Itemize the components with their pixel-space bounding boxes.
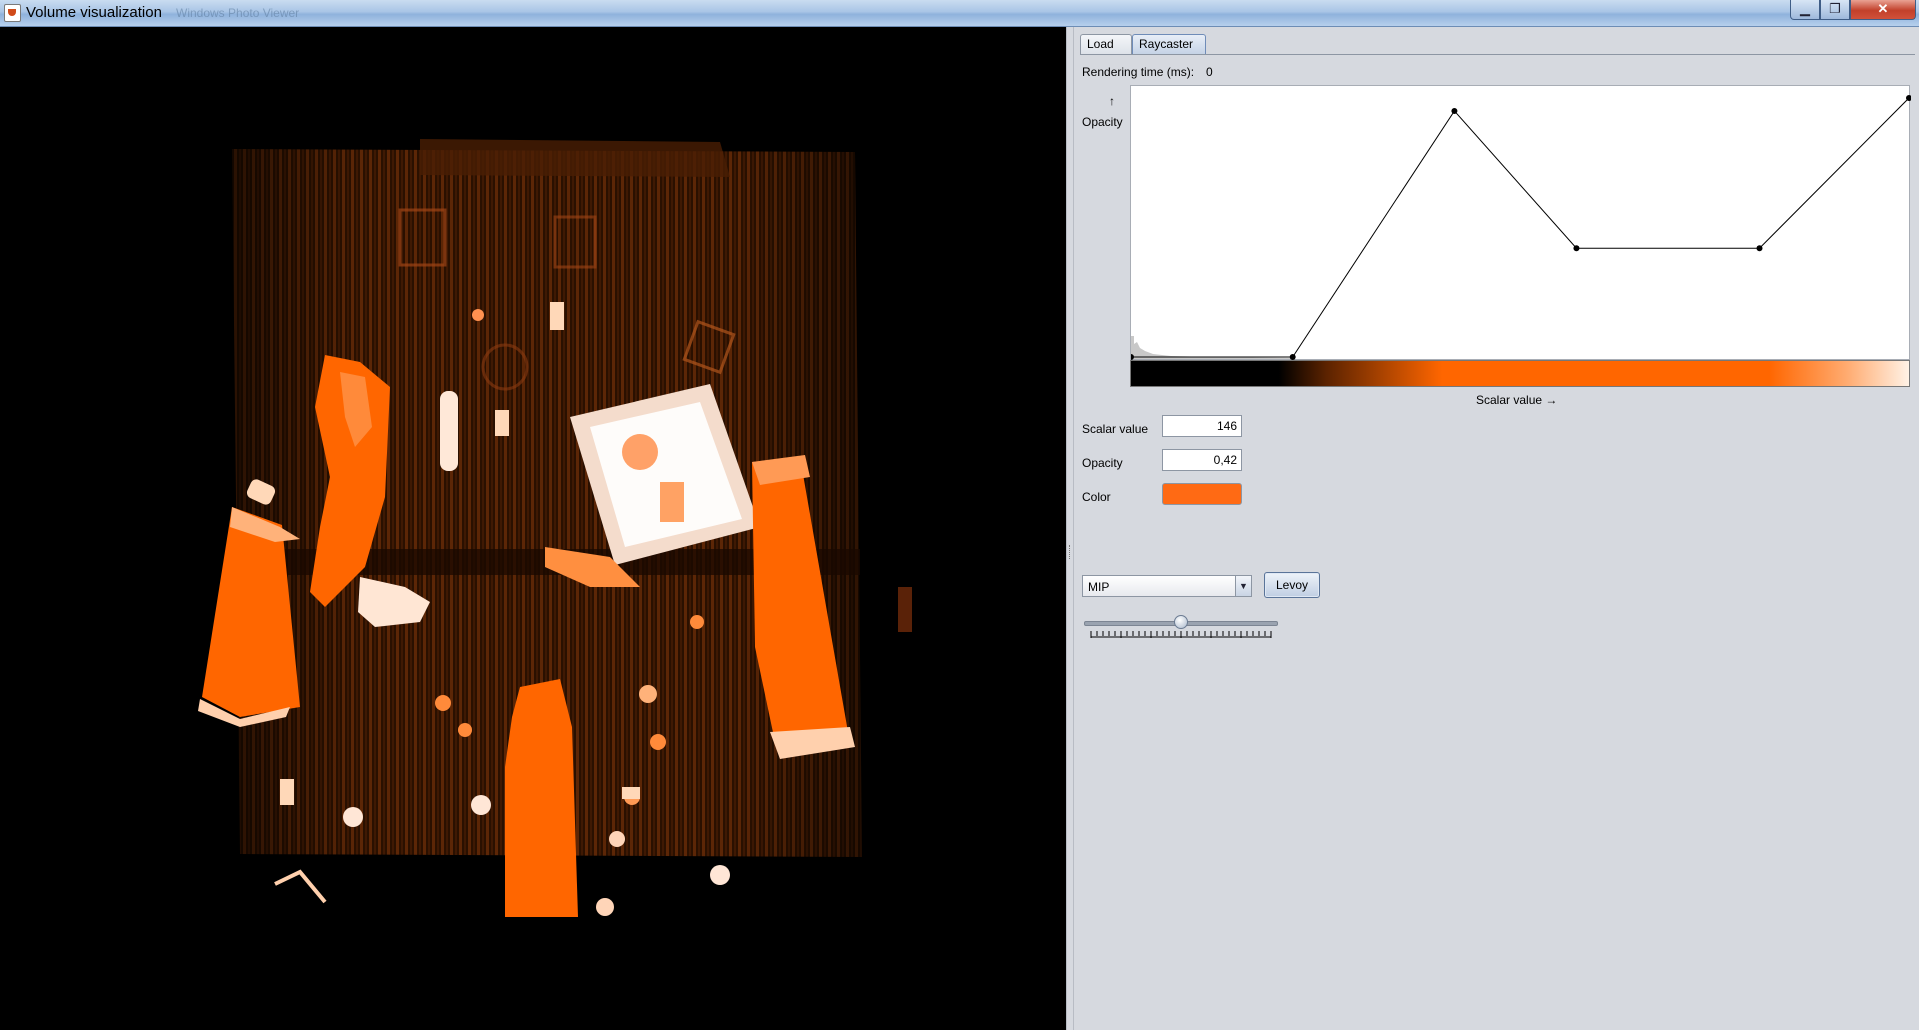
volume-render-image xyxy=(198,139,912,917)
java-cup-icon xyxy=(4,4,21,22)
control-panel: Load Raycaster Rendering time (ms): 0 ↑ … xyxy=(1074,27,1919,1030)
render-mode-selected: MIP xyxy=(1088,580,1110,594)
scalar-value-field[interactable]: 146 xyxy=(1162,415,1242,437)
minimize-button[interactable]: ▁ xyxy=(1790,0,1820,20)
transfer-function-colorbar xyxy=(1130,360,1910,387)
levoy-button[interactable]: Levoy xyxy=(1264,572,1320,598)
transfer-function-plot[interactable] xyxy=(1131,86,1911,361)
opacity-label: Opacity xyxy=(1082,456,1123,470)
divider-grip-icon xyxy=(1069,545,1072,559)
background-window-title: Windows Photo Viewer xyxy=(176,6,300,20)
close-button[interactable]: ✕ xyxy=(1850,0,1916,20)
opacity-field[interactable]: 0,42 xyxy=(1162,449,1242,471)
scalar-value-label: Scalar value xyxy=(1082,422,1149,436)
rendering-time-value: 0 xyxy=(1206,65,1213,79)
transfer-function-curve xyxy=(1131,97,1910,358)
triangle-down-icon[interactable]: ▼ xyxy=(1235,576,1251,596)
color-picker-button[interactable] xyxy=(1162,483,1242,505)
volume-render-viewport[interactable] xyxy=(0,27,1066,1030)
control-point[interactable] xyxy=(1451,107,1458,114)
tab-load[interactable]: Load xyxy=(1080,34,1132,54)
window-titlebar[interactable]: Volume visualization Windows Photo Viewe… xyxy=(0,0,1919,27)
render-slider[interactable] xyxy=(1082,611,1278,641)
scalar-axis-label: Scalar value → xyxy=(1476,393,1558,407)
opacity-axis-label: Opacity xyxy=(1082,115,1123,129)
tab-underline xyxy=(1080,54,1915,55)
slider-ticks xyxy=(1090,631,1272,638)
color-label: Color xyxy=(1082,490,1111,504)
transfer-function-editor[interactable] xyxy=(1130,85,1911,361)
split-pane-divider[interactable] xyxy=(1066,27,1074,1030)
slider-thumb[interactable] xyxy=(1174,615,1188,629)
rendering-time-label: Rendering time (ms): xyxy=(1082,65,1195,79)
up-arrow-icon: ↑ xyxy=(1109,94,1115,108)
tab-raycaster[interactable]: Raycaster xyxy=(1132,34,1206,54)
control-point[interactable] xyxy=(1573,245,1580,252)
render-mode-dropdown[interactable]: MIP ▼ xyxy=(1082,575,1252,597)
window-title: Volume visualization xyxy=(26,4,162,21)
maximize-button[interactable]: ❐ xyxy=(1820,0,1850,20)
control-point[interactable] xyxy=(1756,245,1763,252)
